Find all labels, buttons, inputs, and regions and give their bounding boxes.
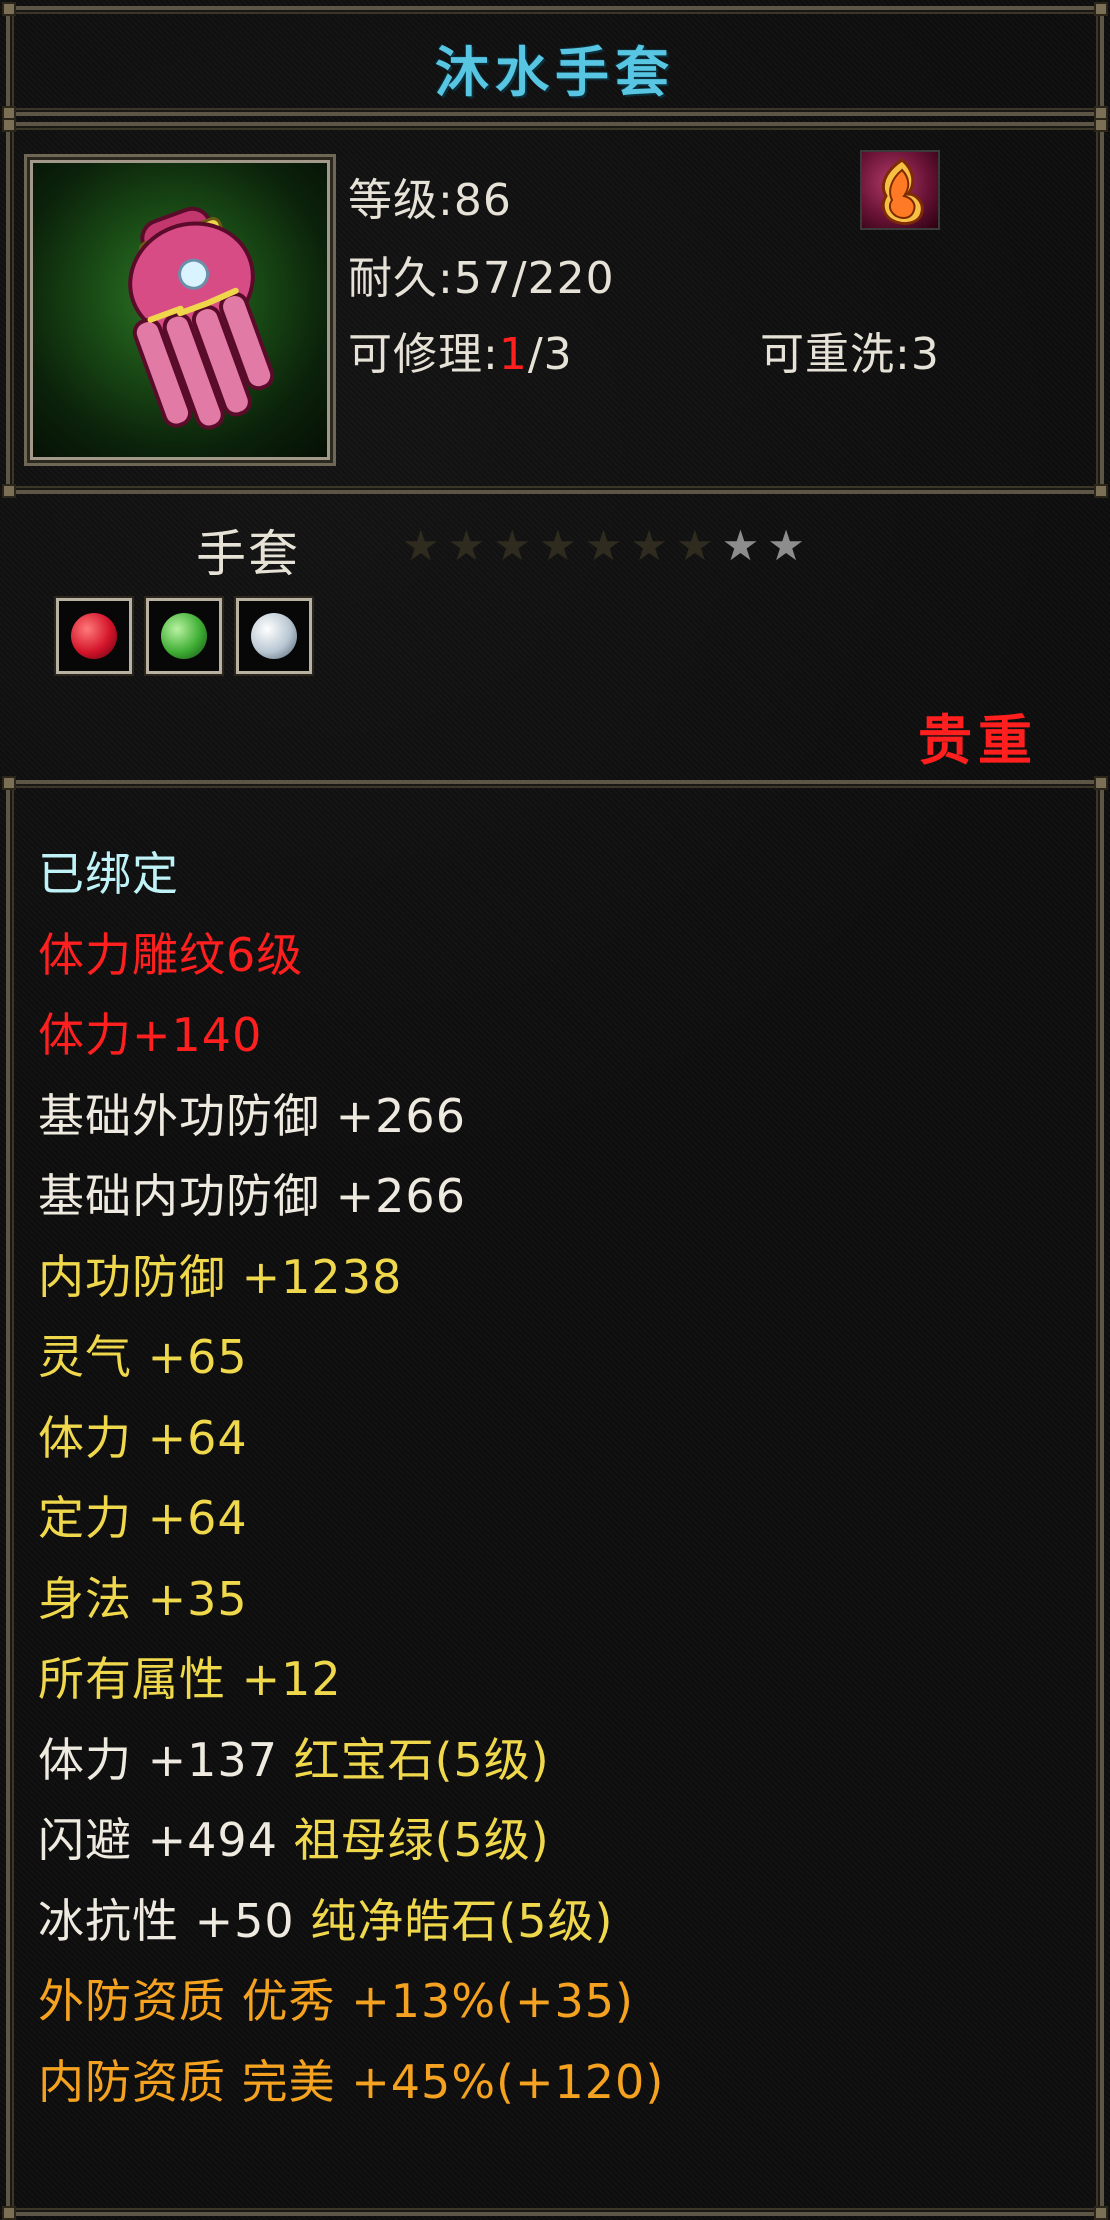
star-icon: ★ (675, 521, 714, 570)
attribute-row: 所有属性 +12 (38, 1652, 342, 1706)
skill-flame-icon (881, 158, 924, 226)
frame-corner (1094, 484, 1108, 498)
attribute-row: 体力雕纹6级 (38, 927, 304, 982)
frame-corner (2, 776, 16, 790)
gem-attribute-value: 体力 +137 (38, 1732, 294, 1787)
set-skill-icon (860, 150, 940, 230)
attribute-row: 基础外功防御 +266 (38, 1088, 466, 1143)
frame-corner (2, 484, 16, 498)
quality-row: 内防资质 完美 +45%(+120) (38, 2054, 665, 2109)
durability-stat: 耐久:57/220 (348, 253, 615, 304)
quality-row: 外防资质 优秀 +13%(+35) (38, 1974, 634, 2028)
star-icon: ★ (493, 521, 531, 570)
gem-attribute-value: 冰抗性 +50 (38, 1893, 311, 1948)
frame-corner (1094, 118, 1108, 132)
glove-icon (30, 160, 330, 460)
star-icon: ★ (447, 521, 486, 570)
frame-corner (1094, 2, 1108, 16)
attribute-row: 身法 +35 (38, 1571, 248, 1626)
rewash-stat: 可重洗:3 (760, 329, 940, 380)
star-icon: ★ (721, 521, 760, 570)
frame-corner (2, 2, 16, 16)
star-icon: ★ (538, 521, 577, 570)
frame-corner (1094, 776, 1108, 790)
star-icon: ★ (630, 521, 668, 570)
title-bar: 沐水手套 (2, 2, 1108, 120)
repair-current: 1 (498, 329, 528, 380)
repair-total: /3 (527, 329, 573, 380)
repair-stat: 可修理:1/3 (348, 318, 573, 382)
ruby-gem-icon (56, 598, 132, 674)
gem-attribute-row: 冰抗性 +50 纯净皓石(5级) (38, 1881, 1058, 1962)
star-rating: ★ ★ ★ ★ ★ ★ ★ ★ ★ (402, 525, 805, 567)
frame-corner (1094, 2206, 1108, 2220)
attribute-row: 内功防御 +1238 (38, 1249, 403, 1304)
diamond-gem-core (251, 613, 297, 659)
emerald-gem-icon (146, 598, 222, 674)
gem-name: 纯净皓石(5级) (310, 1893, 614, 1948)
glove-icon-art (128, 206, 275, 430)
emerald-gem-core (161, 613, 207, 659)
item-tooltip: 沐水手套 等级:86 耐久:57/220 可修理:1/3 可重洗:3 手套 ★ … (0, 0, 1110, 2220)
frame-corner (2, 118, 16, 132)
star-icon: ★ (767, 521, 805, 570)
attribute-row: 灵气 +65 (38, 1330, 248, 1384)
attribute-row: 体力 +64 (38, 1410, 248, 1465)
attribute-row: 体力+140 (38, 1008, 263, 1062)
repair-label: 可修理: (348, 329, 499, 380)
gem-name: 红宝石(5级) (293, 1732, 550, 1787)
attribute-row: 定力 +64 (38, 1491, 248, 1545)
star-icon: ★ (402, 521, 440, 570)
gem-attribute-row: 体力 +137 红宝石(5级) (38, 1720, 1058, 1801)
bound-status: 已绑定 (38, 847, 179, 901)
star-icon: ★ (584, 521, 623, 570)
gem-attribute-row: 闪避 +494 祖母绿(5级) (38, 1800, 1058, 1881)
item-type-label: 手套 (196, 525, 300, 583)
attribute-list: 已绑定 体力雕纹6级 体力+140 基础外功防御 +266 基础内功防御 +26… (38, 834, 1058, 2122)
frame-corner (2, 2206, 16, 2220)
gem-attribute-value: 闪避 +494 (38, 1813, 294, 1867)
level-stat: 等级:86 (348, 175, 512, 226)
ruby-gem-core (71, 613, 117, 659)
gem-name: 祖母绿(5级) (293, 1813, 550, 1867)
item-title: 沐水手套 (435, 41, 675, 104)
rarity-label: 贵重 (918, 709, 1038, 772)
attribute-row: 基础内功防御 +266 (38, 1169, 466, 1223)
diamond-gem-icon (236, 598, 312, 674)
